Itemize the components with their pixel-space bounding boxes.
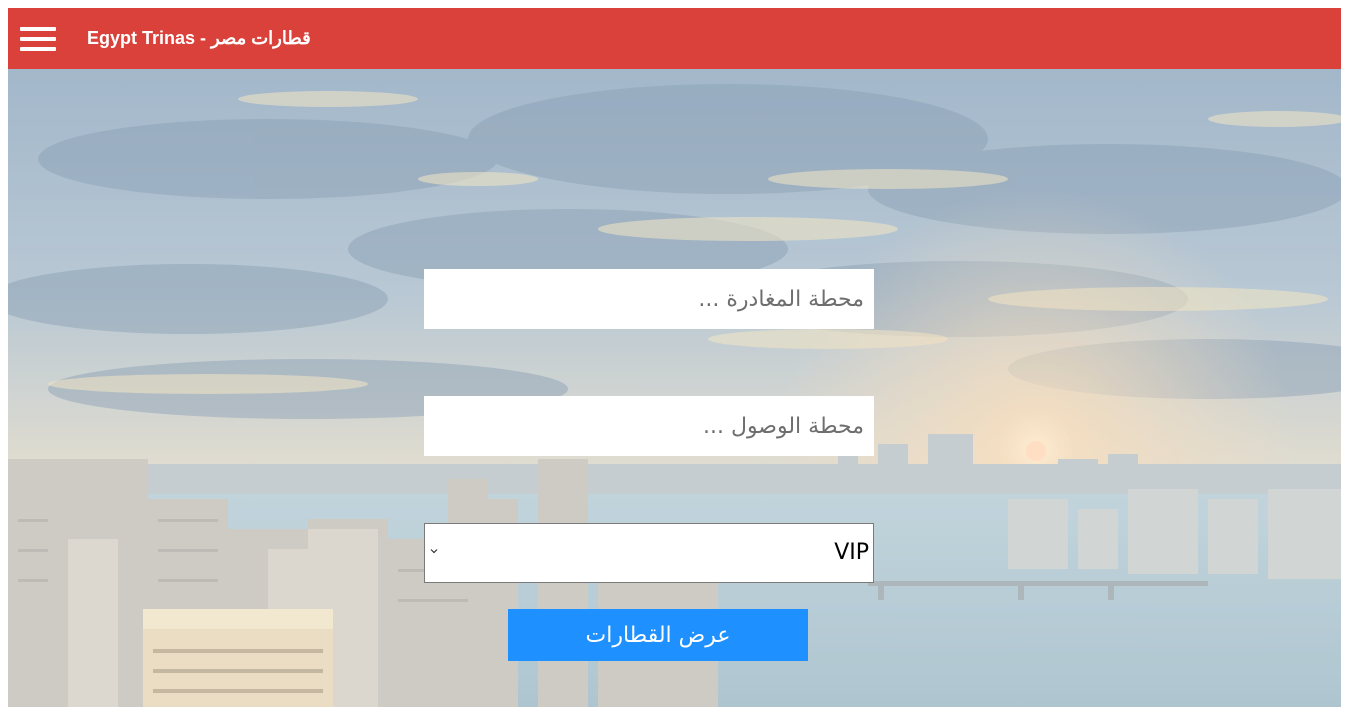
top-navbar: Egypt Trinas - قطارات مصر xyxy=(8,8,1341,69)
train-class-select[interactable]: VIP xyxy=(424,523,874,583)
brand-title[interactable]: Egypt Trinas - قطارات مصر xyxy=(87,28,311,49)
train-class-value: VIP xyxy=(834,540,869,565)
chevron-down-icon xyxy=(430,549,438,554)
show-trains-button[interactable]: عرض القطارات xyxy=(508,609,808,661)
app-frame: Egypt Trinas - قطارات مصر محطة المغادرة … xyxy=(8,8,1341,707)
hamburger-menu-icon[interactable] xyxy=(20,25,56,53)
departure-station-input[interactable] xyxy=(424,269,874,329)
arrival-station-input[interactable] xyxy=(424,396,874,456)
